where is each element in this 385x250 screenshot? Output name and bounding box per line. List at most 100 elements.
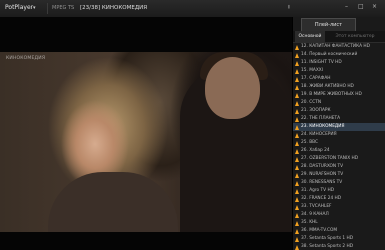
playlist-item[interactable]: 23. КИНОКОМЕДИЯ: [293, 123, 385, 131]
playlist-item-label: 15. MAXXI: [301, 68, 324, 73]
playlist-item-label: 14. Первый космический: [301, 52, 358, 57]
playlist-item-label: 18. ЖИВИ АКТИВНО HD: [301, 84, 354, 89]
playlist-list[interactable]: 12. КАПИТАН ФАНТАСТИКА HD 14. Первый косм…: [293, 43, 385, 250]
playlist-item[interactable]: 31. Agro TV HD: [293, 187, 385, 195]
vlc-cone-icon: [295, 172, 299, 178]
vlc-cone-icon: [295, 156, 299, 162]
vlc-cone-icon: [295, 220, 299, 226]
playlist-item[interactable]: 24. КИНОСЕРИЯ: [293, 131, 385, 139]
vlc-cone-icon: [295, 164, 299, 170]
playlist-item[interactable]: 12. КАПИТАН ФАНТАСТИКА HD: [293, 43, 385, 51]
playlist-item[interactable]: 35. KHL: [293, 219, 385, 227]
playlist-item[interactable]: 21. ЗООПАРК: [293, 107, 385, 115]
playlist-item-label: 33. TVCAHLEF: [301, 204, 332, 209]
playlist-title[interactable]: Плей-лист: [301, 18, 356, 31]
vlc-cone-icon: [295, 244, 299, 250]
playlist-item-label: 28. DASTURXON TV: [301, 164, 344, 169]
playlist-item-label: 22. THE ПЛАНЕТА: [301, 116, 341, 121]
playlist-item-label: 23. КИНОКОМЕДИЯ: [301, 124, 345, 129]
vlc-cone-icon: [295, 116, 299, 122]
playlist-item[interactable]: 32. FRANCE 24 HD: [293, 195, 385, 203]
playlist-item[interactable]: 18. ЖИВИ АКТИВНО HD: [293, 83, 385, 91]
vlc-cone-icon: [295, 100, 299, 106]
playlist-item-label: 11. INSIGHT TV HD: [301, 60, 342, 65]
vlc-cone-icon: [295, 108, 299, 114]
vlc-cone-icon: [295, 76, 299, 82]
playlist-item[interactable]: 22. THE ПЛАНЕТА: [293, 115, 385, 123]
maximize-icon[interactable]: □: [358, 3, 364, 11]
playlist-tabs: Основной Этот компьютер: [293, 31, 385, 43]
close-icon[interactable]: ×: [372, 3, 377, 11]
playlist-item-label: 24. КИНОСЕРИЯ: [301, 132, 337, 137]
pin-icon[interactable]: ╻: [287, 2, 291, 9]
playlist-item-label: 25. BBC: [301, 140, 319, 145]
playlist-item-label: 26. Хабар 24: [301, 148, 330, 153]
playlist-item-label: 12. КАПИТАН ФАНТАСТИКА HD: [301, 44, 370, 49]
playlist-panel: Плей-лист Основной Этот компьютер 12. КА…: [292, 17, 385, 250]
playlist-item[interactable]: 29. NURAFSHON TV: [293, 171, 385, 179]
playlist-item[interactable]: 11. INSIGHT TV HD: [293, 59, 385, 67]
vlc-cone-icon: [295, 132, 299, 138]
vlc-cone-icon: [295, 236, 299, 242]
title-bar[interactable]: PotPlayer ▾ MPEG TS [23/38] КИНОКОМЕДИЯ …: [0, 0, 385, 18]
playlist-item-label: 38. Setanta Sports 2 HD: [301, 244, 354, 249]
vlc-cone-icon: [295, 60, 299, 66]
vlc-cone-icon: [295, 188, 299, 194]
playlist-item-label: 36. MMA-TV.COM: [301, 228, 338, 233]
playlist-item[interactable]: 15. MAXXI: [293, 67, 385, 75]
vlc-cone-icon: [295, 44, 299, 50]
playlist-item[interactable]: 28. DASTURXON TV: [293, 163, 385, 171]
title-separator: [47, 3, 48, 14]
vlc-cone-icon: [295, 68, 299, 74]
channel-watermark: КИНОКОМЕДИЯ: [6, 56, 46, 61]
playlist-item-label: 37. Setanta Sports 1 HD: [301, 236, 354, 241]
vlc-cone-icon: [295, 212, 299, 218]
video-figure-woman: [48, 172, 178, 232]
player-window: PotPlayer ▾ MPEG TS [23/38] КИНОКОМЕДИЯ …: [0, 0, 385, 250]
playlist-item-label: 17. САРАФАН: [301, 76, 331, 81]
vlc-cone-icon: [295, 52, 299, 58]
vlc-cone-icon: [295, 148, 299, 154]
playlist-item[interactable]: 27. OZBERSTON TANIX HD: [293, 155, 385, 163]
tab-main[interactable]: Основной: [295, 31, 325, 42]
playlist-item-label: 20. CCTN: [301, 100, 322, 105]
playlist-item[interactable]: 20. CCTN: [293, 99, 385, 107]
playlist-item-label: 27. OZBERSTON TANIX HD: [301, 156, 359, 161]
vlc-cone-icon: [295, 196, 299, 202]
playlist-item[interactable]: 37. Setanta Sports 1 HD: [293, 235, 385, 243]
format-label: MPEG TS: [52, 5, 75, 11]
window-title: [23/38] КИНОКОМЕДИЯ: [80, 5, 148, 11]
playlist-item-label: 35. KHL: [301, 220, 318, 225]
vlc-cone-icon: [295, 140, 299, 146]
minimize-icon[interactable]: –: [345, 3, 348, 11]
playlist-item[interactable]: 14. Первый космический: [293, 51, 385, 59]
playlist-item-label: 21. ЗООПАРК: [301, 108, 331, 113]
video-figure-man-face: [205, 57, 260, 119]
vlc-cone-icon: [295, 180, 299, 186]
vlc-cone-icon: [295, 84, 299, 90]
vlc-cone-icon: [295, 124, 299, 130]
video-frame[interactable]: КИНОКОМЕДИЯ: [0, 52, 292, 232]
playlist-item-label: 31. Agro TV HD: [301, 188, 335, 193]
playlist-item[interactable]: 34. 9 КАНАЛ: [293, 211, 385, 219]
playlist-item-label: 19. В МИРЕ ЖИВОТНЫХ HD: [301, 92, 362, 97]
playlist-item-label: 32. FRANCE 24 HD: [301, 196, 342, 201]
app-menu-button[interactable]: PotPlayer: [5, 4, 33, 12]
vlc-cone-icon: [295, 204, 299, 210]
chevron-down-icon[interactable]: ▾: [33, 4, 36, 12]
playlist-item[interactable]: 26. Хабар 24: [293, 147, 385, 155]
playlist-item[interactable]: 30. RENESSANS TV: [293, 179, 385, 187]
playlist-item[interactable]: 33. TVCAHLEF: [293, 203, 385, 211]
playlist-item[interactable]: 25. BBC: [293, 139, 385, 147]
playlist-item[interactable]: 36. MMA-TV.COM: [293, 227, 385, 235]
vlc-cone-icon: [295, 92, 299, 98]
playlist-item[interactable]: 38. Setanta Sports 2 HD: [293, 243, 385, 250]
playlist-item[interactable]: 19. В МИРЕ ЖИВОТНЫХ HD: [293, 91, 385, 99]
vlc-cone-icon: [295, 228, 299, 234]
playlist-item-label: 34. 9 КАНАЛ: [301, 212, 329, 217]
playlist-item-label: 29. NURAFSHON TV: [301, 172, 344, 177]
playlist-item[interactable]: 17. САРАФАН: [293, 75, 385, 83]
video-area[interactable]: КИНОКОМЕДИЯ: [0, 17, 292, 250]
tab-this-computer[interactable]: Этот компьютер: [326, 31, 384, 42]
playlist-item-label: 30. RENESSANS TV: [301, 180, 343, 185]
